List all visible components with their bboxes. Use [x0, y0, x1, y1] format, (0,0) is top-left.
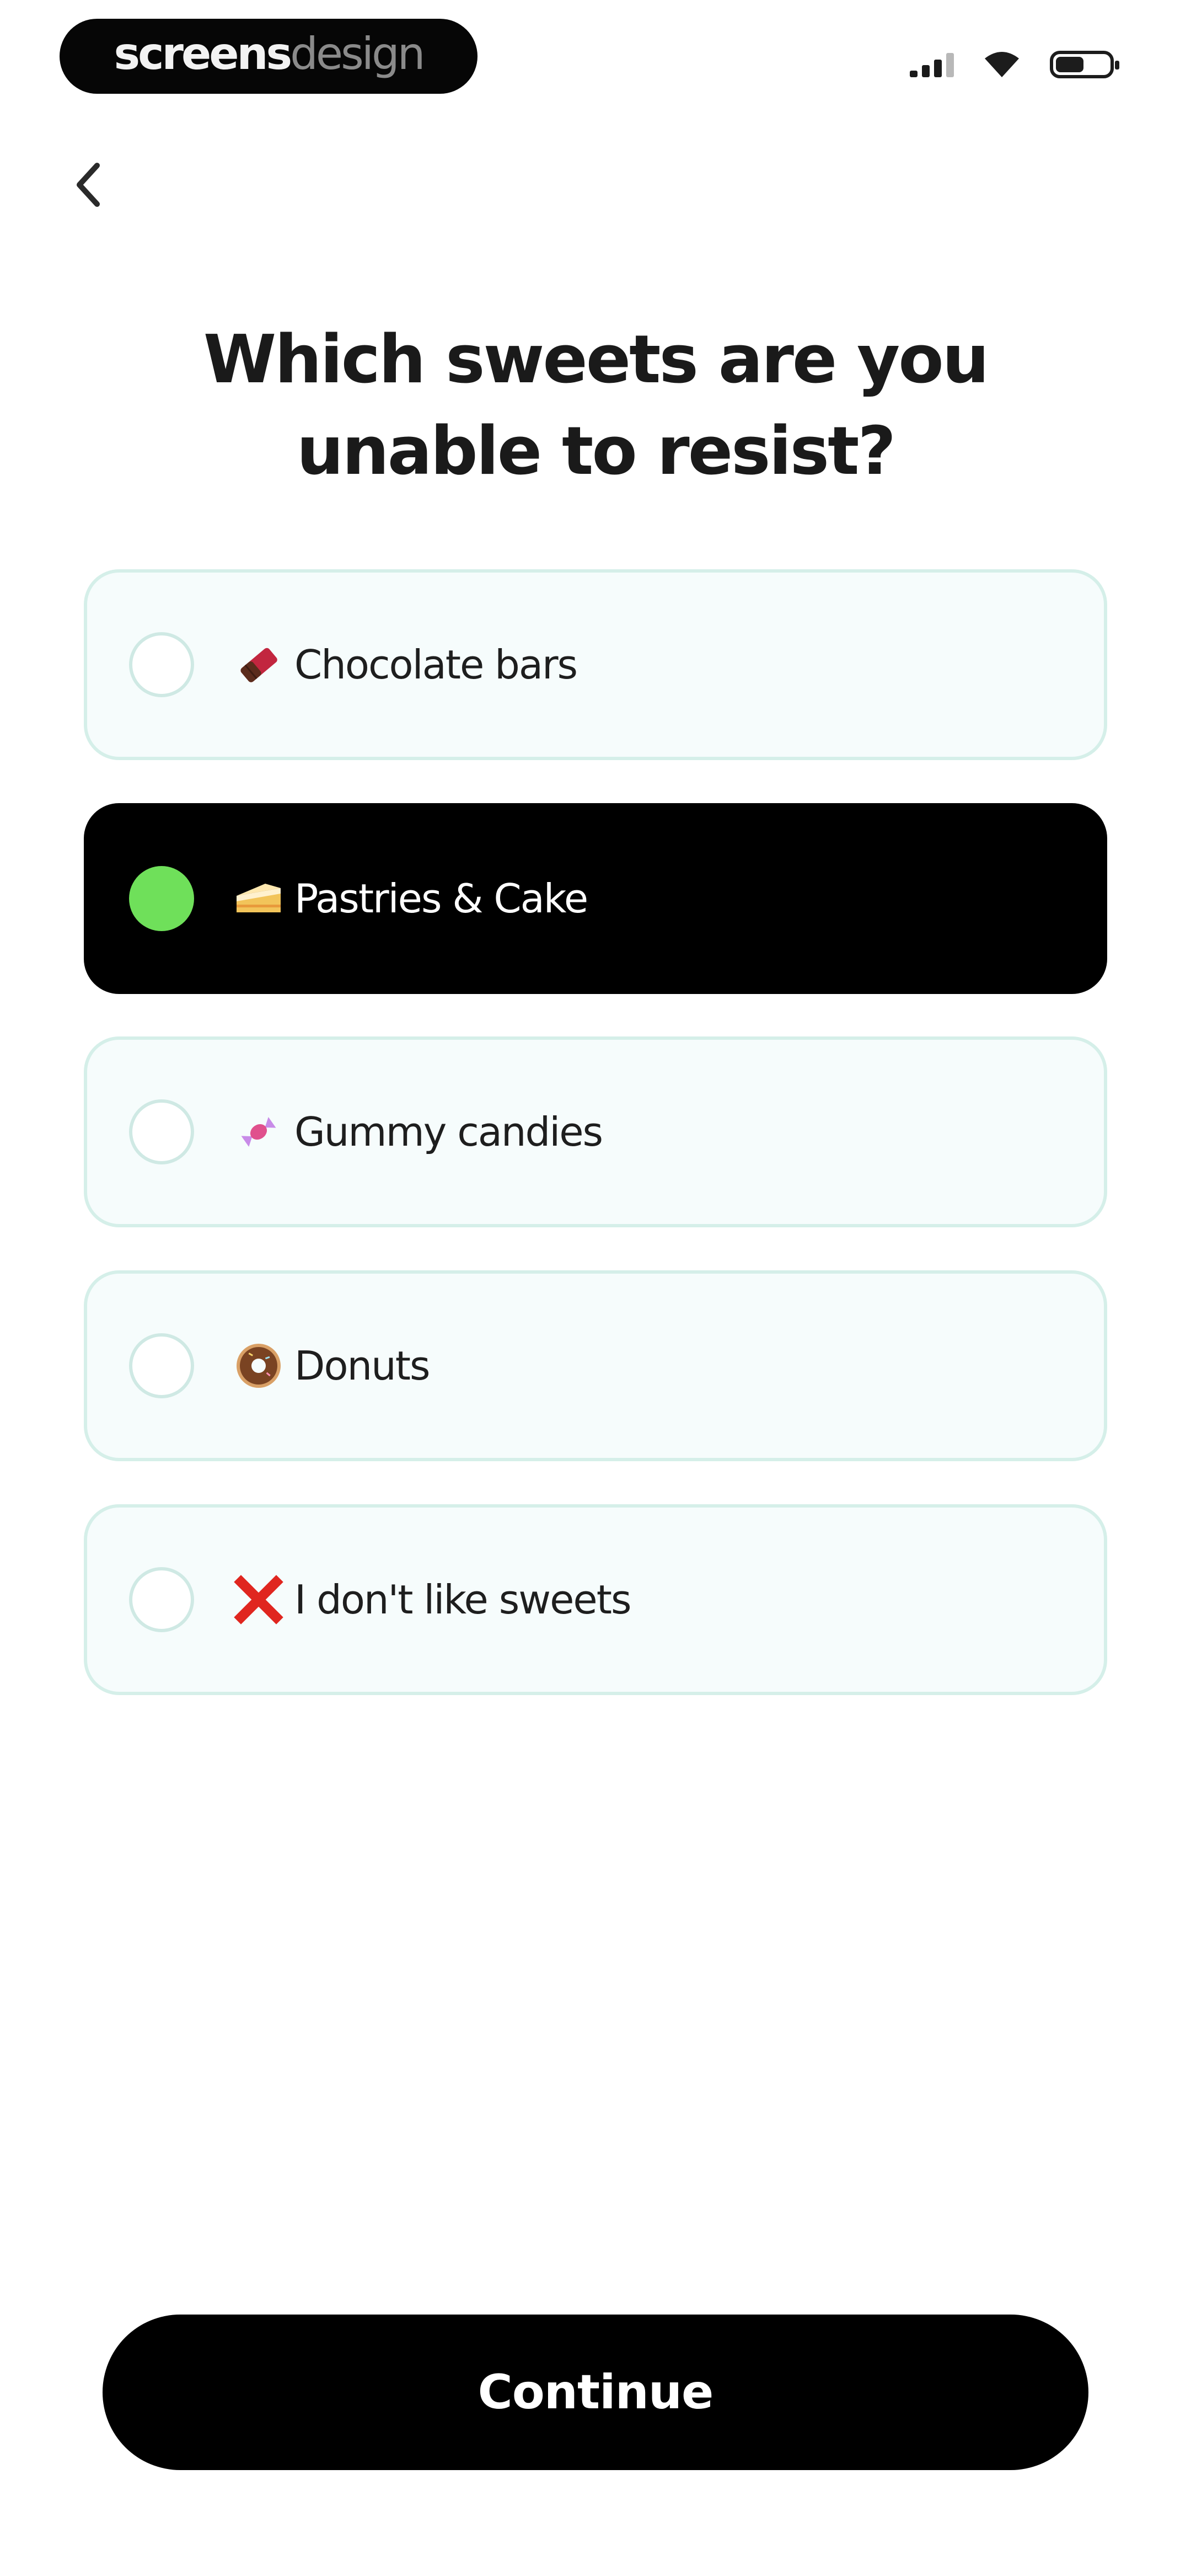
option-label: Pastries & Cake — [294, 875, 588, 922]
cross-mark-icon — [228, 1569, 289, 1630]
radio-button[interactable] — [129, 632, 194, 697]
continue-button[interactable]: Continue — [103, 2315, 1088, 2470]
screensdesign-badge: screens design — [60, 19, 478, 94]
option-gummy-candies[interactable]: Gummy candies — [84, 1036, 1107, 1227]
option-pastries-cake[interactable]: Pastries & Cake — [84, 803, 1107, 994]
wifi-icon — [985, 52, 1019, 77]
chevron-left-icon — [77, 163, 100, 207]
option-label: I don't like sweets — [294, 1576, 631, 1623]
radio-button[interactable] — [129, 1099, 194, 1164]
radio-button[interactable] — [129, 1333, 194, 1398]
option-label: Gummy candies — [294, 1109, 603, 1155]
option-dont-like-sweets[interactable]: I don't like sweets — [84, 1504, 1107, 1695]
option-chocolate-bars[interactable]: Chocolate bars — [84, 569, 1107, 760]
brand-text-screens: screens — [114, 28, 293, 79]
cake-slice-icon — [228, 868, 289, 929]
radio-button[interactable] — [129, 1567, 194, 1632]
question-title: Which sweets are you unable to resist? — [203, 322, 989, 490]
chocolate-bar-icon — [228, 634, 289, 695]
cellular-signal-icon — [910, 52, 954, 77]
battery-icon — [1050, 51, 1119, 78]
candy-icon — [228, 1102, 289, 1162]
status-icons — [910, 51, 1119, 78]
radio-button-checked[interactable] — [129, 866, 194, 931]
brand-text-design: design — [290, 28, 425, 79]
option-donuts[interactable]: Donuts — [84, 1270, 1107, 1461]
option-label: Donuts — [294, 1343, 430, 1389]
option-label: Chocolate bars — [294, 642, 578, 688]
back-button[interactable] — [62, 154, 115, 215]
donut-icon — [228, 1335, 289, 1396]
